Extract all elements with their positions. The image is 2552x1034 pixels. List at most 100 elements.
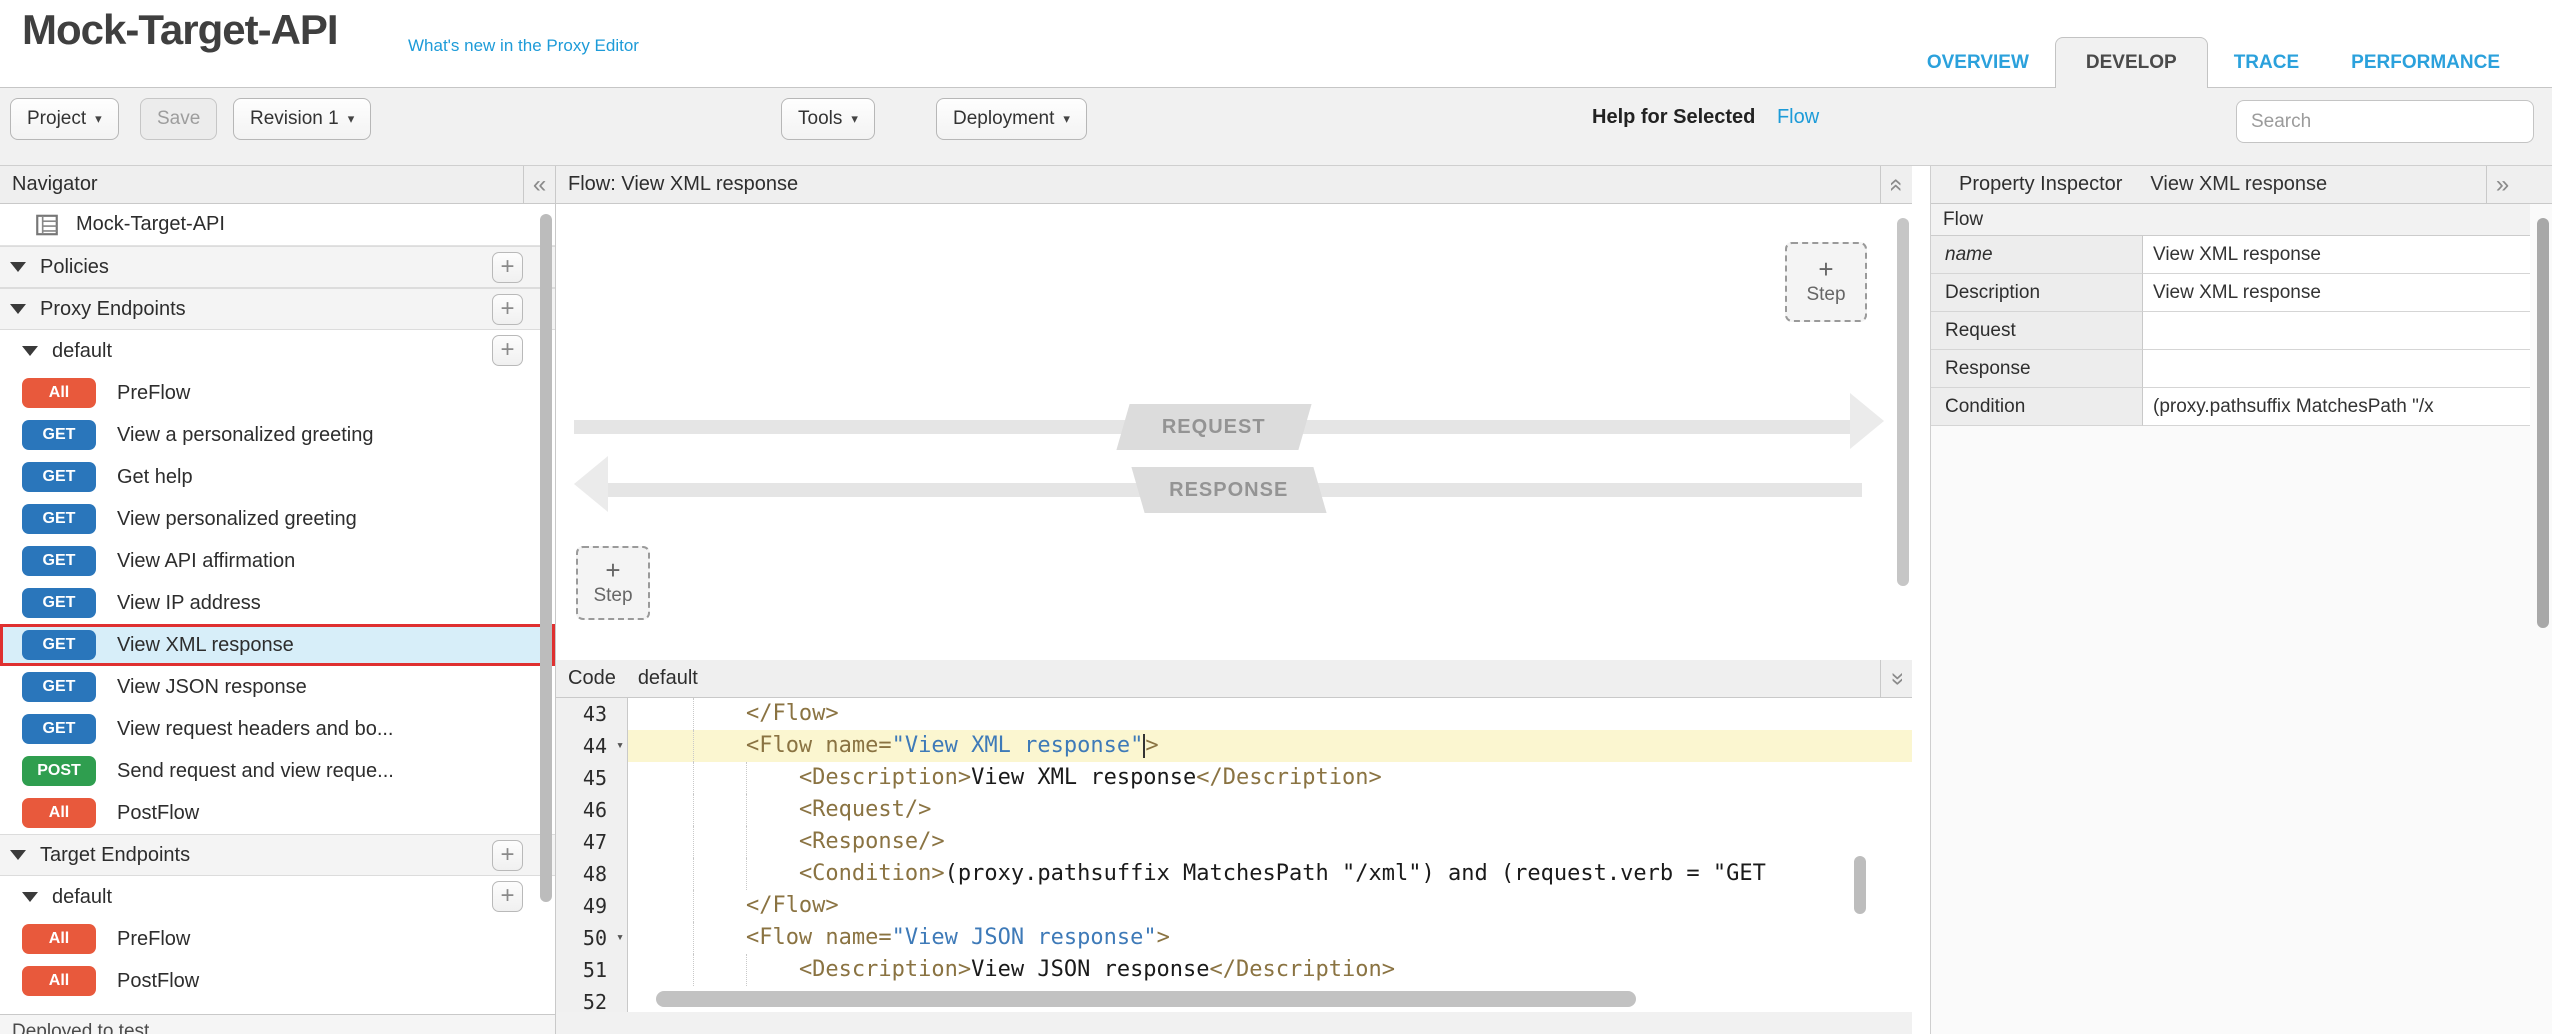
add-policies-button[interactable]: +	[492, 252, 523, 283]
code-panel-title: Code	[568, 667, 616, 690]
deployment-menu-button[interactable]: Deployment ▾	[936, 98, 1087, 140]
api-proxy-icon	[34, 212, 60, 238]
add-target-endpoints-button[interactable]: +	[492, 840, 523, 871]
nav-row-view-a-personalized-greeting[interactable]: GETView a personalized greeting	[0, 414, 555, 456]
nav-row-view-api-affirmation[interactable]: GETView API affirmation	[0, 540, 555, 582]
nav-row-policies[interactable]: Policies+	[0, 246, 555, 288]
tab-trace[interactable]: TRACE	[2208, 38, 2325, 88]
add-default-button[interactable]: +	[492, 335, 523, 366]
property-label: Request	[1931, 312, 2143, 350]
code-line-47[interactable]: 47<Response/>	[556, 826, 1912, 858]
help-flow-link[interactable]: Flow	[1777, 106, 1819, 128]
save-button[interactable]: Save	[140, 98, 217, 140]
add-step-button-response[interactable]: + Step	[576, 546, 650, 620]
nav-row-label: View XML response	[117, 634, 294, 657]
expanded-triangle-icon[interactable]	[22, 892, 38, 902]
collapse-flow-panel-icon[interactable]: «	[1880, 166, 1912, 203]
code-line-50[interactable]: 50▾<Flow name="View JSON response">	[556, 922, 1912, 954]
nav-row-view-request-headers-and-bo[interactable]: GETView request headers and bo...	[0, 708, 555, 750]
inspector-row-condition: Condition(proxy.pathsuffix MatchesPath "…	[1931, 388, 2530, 426]
nav-row-view-xml-response[interactable]: GETView XML response	[0, 624, 555, 666]
nav-row-label: Mock-Target-API	[76, 213, 225, 236]
save-button-label: Save	[157, 108, 200, 130]
property-label: name	[1931, 236, 2143, 274]
code-line-43[interactable]: 43</Flow>	[556, 698, 1912, 730]
code-text: <Condition>(proxy.pathsuffix MatchesPath…	[640, 858, 1766, 890]
help-for-selected-label: Help for Selected	[1592, 106, 1755, 128]
code-line-content: <Flow name="View XML response">	[628, 730, 1912, 762]
code-line-49[interactable]: 49</Flow>	[556, 890, 1912, 922]
code-line-46[interactable]: 46<Request/>	[556, 794, 1912, 826]
chevron-up-icon: «	[1882, 178, 1910, 191]
navigator-scrollbar[interactable]	[540, 214, 552, 902]
inspector-scrollbar[interactable]	[2537, 218, 2549, 628]
indent-guide	[693, 698, 694, 730]
whats-new-link[interactable]: What's new in the Proxy Editor	[408, 36, 639, 56]
code-line-51[interactable]: 51<Description>View JSON response</Descr…	[556, 954, 1912, 986]
flow-panel-header: Flow: View XML response «	[556, 166, 1912, 204]
nav-row-view-ip-address[interactable]: GETView IP address	[0, 582, 555, 624]
property-value-field[interactable]: View XML response	[2143, 274, 2530, 312]
indent-guide	[746, 954, 747, 986]
nav-row-send-request-and-view-reque[interactable]: POSTSend request and view reque...	[0, 750, 555, 792]
expanded-triangle-icon[interactable]	[10, 850, 26, 860]
expanded-triangle-icon[interactable]	[10, 304, 26, 314]
line-number: 52	[556, 986, 628, 1012]
code-line-45[interactable]: 45<Description>View XML response</Descri…	[556, 762, 1912, 794]
expanded-triangle-icon[interactable]	[10, 262, 26, 272]
expanded-triangle-icon[interactable]	[22, 346, 38, 356]
property-label: Description	[1931, 274, 2143, 312]
nav-row-postflow[interactable]: AllPostFlow	[0, 792, 555, 834]
line-number: 43	[556, 698, 628, 730]
indent-guide	[693, 890, 694, 922]
nav-row-postflow[interactable]: AllPostFlow	[0, 960, 555, 1002]
tab-develop[interactable]: DEVELOP	[2055, 37, 2208, 88]
code-horizontal-scrollbar[interactable]	[656, 991, 1636, 1007]
nav-row-preflow[interactable]: AllPreFlow	[0, 372, 555, 414]
add-step-label: Step	[593, 585, 632, 607]
flow-canvas-scrollbar[interactable]	[1897, 218, 1909, 586]
add-step-button-request[interactable]: + Step	[1785, 242, 1867, 322]
nav-row-default[interactable]: default+	[0, 330, 555, 372]
add-proxy-endpoints-button[interactable]: +	[492, 294, 523, 325]
property-value-field[interactable]	[2143, 312, 2530, 350]
navigator-title: Navigator	[12, 173, 98, 196]
code-editor[interactable]: 43</Flow>44▾<Flow name="View XML respons…	[556, 698, 1912, 1012]
search-input[interactable]	[2236, 100, 2534, 143]
nav-row-view-personalized-greeting[interactable]: GETView personalized greeting	[0, 498, 555, 540]
request-banner: REQUEST	[1116, 404, 1311, 450]
revision-menu-button[interactable]: Revision 1 ▾	[233, 98, 371, 140]
code-fold-icon[interactable]: ▾	[616, 730, 624, 762]
code-endpoint-tab[interactable]: default	[638, 667, 698, 690]
code-line-content: <Flow name="View JSON response">	[628, 922, 1912, 954]
response-arrowhead	[574, 456, 608, 512]
code-line-48[interactable]: 48<Condition>(proxy.pathsuffix MatchesPa…	[556, 858, 1912, 890]
add-default-button[interactable]: +	[492, 881, 523, 912]
property-value-field[interactable]: (proxy.pathsuffix MatchesPath "/x	[2143, 388, 2530, 426]
code-token: </Flow>	[746, 893, 839, 918]
code-line-44[interactable]: 44▾<Flow name="View XML response">	[556, 730, 1912, 762]
inspector-section-flow: Flow	[1931, 204, 2530, 236]
nav-row-mock-target-api[interactable]: Mock-Target-API	[0, 204, 555, 246]
collapse-code-panel-icon[interactable]: «	[1880, 660, 1912, 697]
nav-row-default[interactable]: default+	[0, 876, 555, 918]
nav-row-target-endpoints[interactable]: Target Endpoints+	[0, 834, 555, 876]
property-value-field[interactable]	[2143, 350, 2530, 388]
project-menu-button[interactable]: Project ▾	[10, 98, 119, 140]
nav-row-view-json-response[interactable]: GETView JSON response	[0, 666, 555, 708]
indent-guide	[693, 762, 694, 794]
indent-guide	[693, 954, 694, 986]
nav-row-get-help[interactable]: GETGet help	[0, 456, 555, 498]
code-vertical-scrollbar[interactable]	[1854, 856, 1866, 914]
nav-row-proxy-endpoints[interactable]: Proxy Endpoints+	[0, 288, 555, 330]
deployment-menu-label: Deployment	[953, 108, 1054, 130]
chevron-down-icon: ▾	[1063, 111, 1070, 127]
tab-overview[interactable]: OVERVIEW	[1901, 38, 2055, 88]
tools-menu-button[interactable]: Tools ▾	[781, 98, 875, 140]
code-fold-icon[interactable]: ▾	[616, 922, 624, 954]
tab-performance[interactable]: PERFORMANCE	[2325, 38, 2526, 88]
collapse-navigator-icon[interactable]: «	[523, 166, 555, 203]
collapse-inspector-icon[interactable]: »	[2486, 166, 2518, 203]
nav-row-preflow[interactable]: AllPreFlow	[0, 918, 555, 960]
property-value-field[interactable]: View XML response	[2143, 236, 2530, 274]
